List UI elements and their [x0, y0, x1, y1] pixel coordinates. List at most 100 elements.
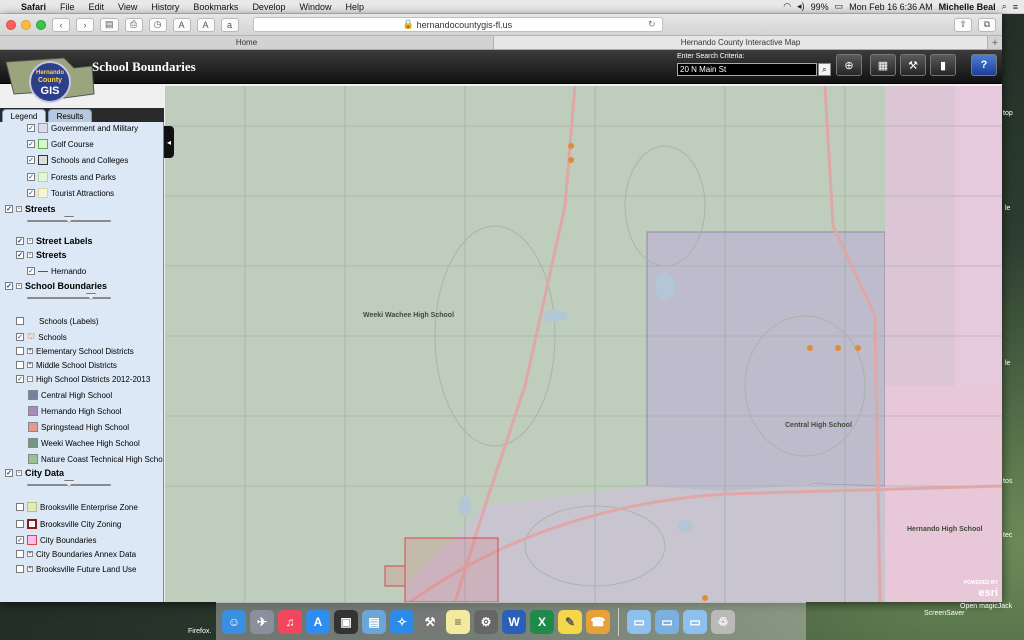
legend-row-street-labels[interactable]: ✓ - Street Labels: [16, 234, 93, 248]
launchpad-icon[interactable]: ✈: [250, 609, 274, 634]
downloads-folder-icon[interactable]: ▭: [683, 609, 707, 634]
legend-row-streets-sub[interactable]: ✓ - Streets: [16, 248, 67, 262]
legend-row-forests[interactable]: ✓ Forests and Parks: [27, 170, 116, 184]
photo-booth-icon[interactable]: ▣: [334, 609, 358, 634]
collapse-icon[interactable]: -: [27, 238, 33, 244]
checkbox[interactable]: ✓: [27, 189, 35, 197]
collapse-icon[interactable]: -: [16, 470, 22, 476]
finder-icon[interactable]: ☺: [222, 609, 246, 634]
reload-icon[interactable]: ↻: [648, 19, 656, 30]
legend-row-schools-labels[interactable]: Schools (Labels): [16, 314, 99, 328]
tab-home[interactable]: Home: [0, 36, 494, 49]
legend-group-school-boundaries[interactable]: ✓ - School Boundaries: [5, 279, 107, 293]
tab-results[interactable]: Results: [48, 109, 92, 122]
checkbox[interactable]: [16, 550, 24, 558]
documents-folder-icon[interactable]: ▭: [655, 609, 679, 634]
checkbox[interactable]: [16, 520, 24, 528]
checkbox[interactable]: ✓: [5, 282, 13, 290]
checkbox[interactable]: ✓: [16, 375, 24, 383]
wifi-icon[interactable]: ◠: [783, 1, 791, 12]
checkbox[interactable]: [16, 317, 24, 325]
preview-icon[interactable]: ▤: [362, 609, 386, 634]
map-canvas[interactable]: [165, 86, 1002, 602]
menu-develop[interactable]: Develop: [245, 2, 292, 12]
expand-icon[interactable]: +: [27, 566, 33, 572]
search-input[interactable]: 20 N Main St: [677, 63, 817, 76]
app-menu[interactable]: Safari: [14, 2, 53, 12]
map-view[interactable]: Weeki Wachee High School Central High Sc…: [165, 86, 1002, 602]
sidebar-icon[interactable]: ▤: [100, 17, 119, 32]
close-window-button[interactable]: [6, 19, 16, 30]
collapse-icon[interactable]: -: [16, 283, 22, 289]
forward-button[interactable]: ›: [76, 17, 94, 32]
expand-icon[interactable]: +: [27, 348, 33, 354]
system-preferences-icon[interactable]: ⚙: [474, 609, 498, 634]
checkbox[interactable]: ✓: [27, 156, 35, 164]
notification-center-icon[interactable]: ≡: [1013, 2, 1018, 12]
checkbox[interactable]: ✓: [16, 536, 24, 544]
legend-row-elementary[interactable]: + Elementary School Districts: [16, 344, 134, 358]
zoom-window-button[interactable]: [36, 19, 46, 30]
clock[interactable]: Mon Feb 16 6:36 AM: [849, 2, 933, 12]
checkbox[interactable]: ✓: [5, 469, 13, 477]
itunes-icon[interactable]: ♫: [278, 609, 302, 634]
firefox-label[interactable]: Firefox.: [188, 628, 211, 635]
checkbox[interactable]: [16, 565, 24, 573]
tab-legend[interactable]: Legend: [2, 109, 46, 122]
legend-group-city-data[interactable]: ✓ - City Data: [5, 466, 64, 480]
utility-icon[interactable]: ⚒: [418, 609, 442, 634]
collapse-icon[interactable]: -: [27, 376, 33, 382]
legend-row-schools[interactable]: ✓ ⛫ Schools: [16, 330, 67, 344]
checkbox[interactable]: ✓: [16, 237, 24, 245]
word-icon[interactable]: W: [502, 609, 526, 634]
help-button[interactable]: ?: [971, 54, 997, 76]
checkbox[interactable]: ✓: [16, 333, 24, 341]
open-magicjack-label[interactable]: Open magicJack: [960, 603, 1012, 610]
legend-row-city-boundaries[interactable]: ✓ City Boundaries: [16, 533, 96, 547]
user-name[interactable]: Michelle Beal: [939, 2, 996, 12]
checkbox[interactable]: [16, 503, 24, 511]
menu-history[interactable]: History: [144, 2, 186, 12]
legend-row-enterprise-zone[interactable]: Brooksville Enterprise Zone: [16, 500, 138, 514]
magicjack-icon[interactable]: ☎: [586, 609, 610, 634]
legend-row-middle[interactable]: + Middle School Districts: [16, 358, 117, 372]
collapse-icon[interactable]: -: [27, 252, 33, 258]
legend-row-schools-colleges[interactable]: ✓ Schools and Colleges: [27, 153, 128, 167]
folder-icon[interactable]: ▭: [627, 609, 651, 634]
safari-icon[interactable]: ✧: [390, 609, 414, 634]
battery-icon[interactable]: ▭: [835, 1, 844, 12]
print-icon[interactable]: ⎙: [124, 17, 143, 32]
tabs-overview-icon[interactable]: ⧉: [978, 17, 996, 32]
checkbox[interactable]: [16, 361, 24, 369]
layers-icon[interactable]: ▮: [930, 54, 956, 76]
trash-icon[interactable]: ♲: [711, 609, 735, 634]
school-opacity-slider[interactable]: [27, 297, 111, 299]
legend-row-annex[interactable]: + City Boundaries Annex Data: [16, 547, 136, 561]
basemap-icon[interactable]: ▦: [870, 54, 896, 76]
checkbox[interactable]: ✓: [27, 267, 35, 275]
text-larger-button[interactable]: A: [196, 17, 215, 32]
notes-icon[interactable]: ≡: [446, 609, 470, 634]
checkbox[interactable]: ✓: [27, 124, 35, 132]
text-smaller-button[interactable]: A: [172, 17, 191, 32]
spotlight-icon[interactable]: ⌕: [1002, 1, 1007, 12]
legend-row-golf[interactable]: ✓ Golf Course: [27, 137, 94, 151]
back-button[interactable]: ‹: [52, 17, 70, 32]
checkbox[interactable]: ✓: [16, 251, 24, 259]
volume-icon[interactable]: ◂): [797, 1, 805, 12]
address-bar[interactable]: 🔒 hernandocountygis-fl.us ↻: [252, 17, 663, 32]
legend-row-high[interactable]: ✓ - High School Districts 2012-2013: [16, 372, 150, 386]
menu-help[interactable]: Help: [338, 2, 371, 12]
checkbox[interactable]: [16, 347, 24, 355]
minimize-window-button[interactable]: [21, 19, 31, 30]
legend-row-city-zoning[interactable]: Brooksville City Zoning: [16, 517, 121, 531]
legend-row-government[interactable]: ✓ Government and Military: [27, 122, 138, 135]
screensaver-label[interactable]: ScreenSaver: [924, 610, 964, 617]
search-icon[interactable]: ⌕: [818, 63, 831, 76]
legend-group-streets[interactable]: ✓ - Streets: [5, 202, 56, 216]
stickies-icon[interactable]: ✎: [558, 609, 582, 634]
menu-view[interactable]: View: [111, 2, 144, 12]
collapse-icon[interactable]: -: [16, 206, 22, 212]
expand-icon[interactable]: +: [27, 362, 33, 368]
tools-icon[interactable]: ⚒: [900, 54, 926, 76]
